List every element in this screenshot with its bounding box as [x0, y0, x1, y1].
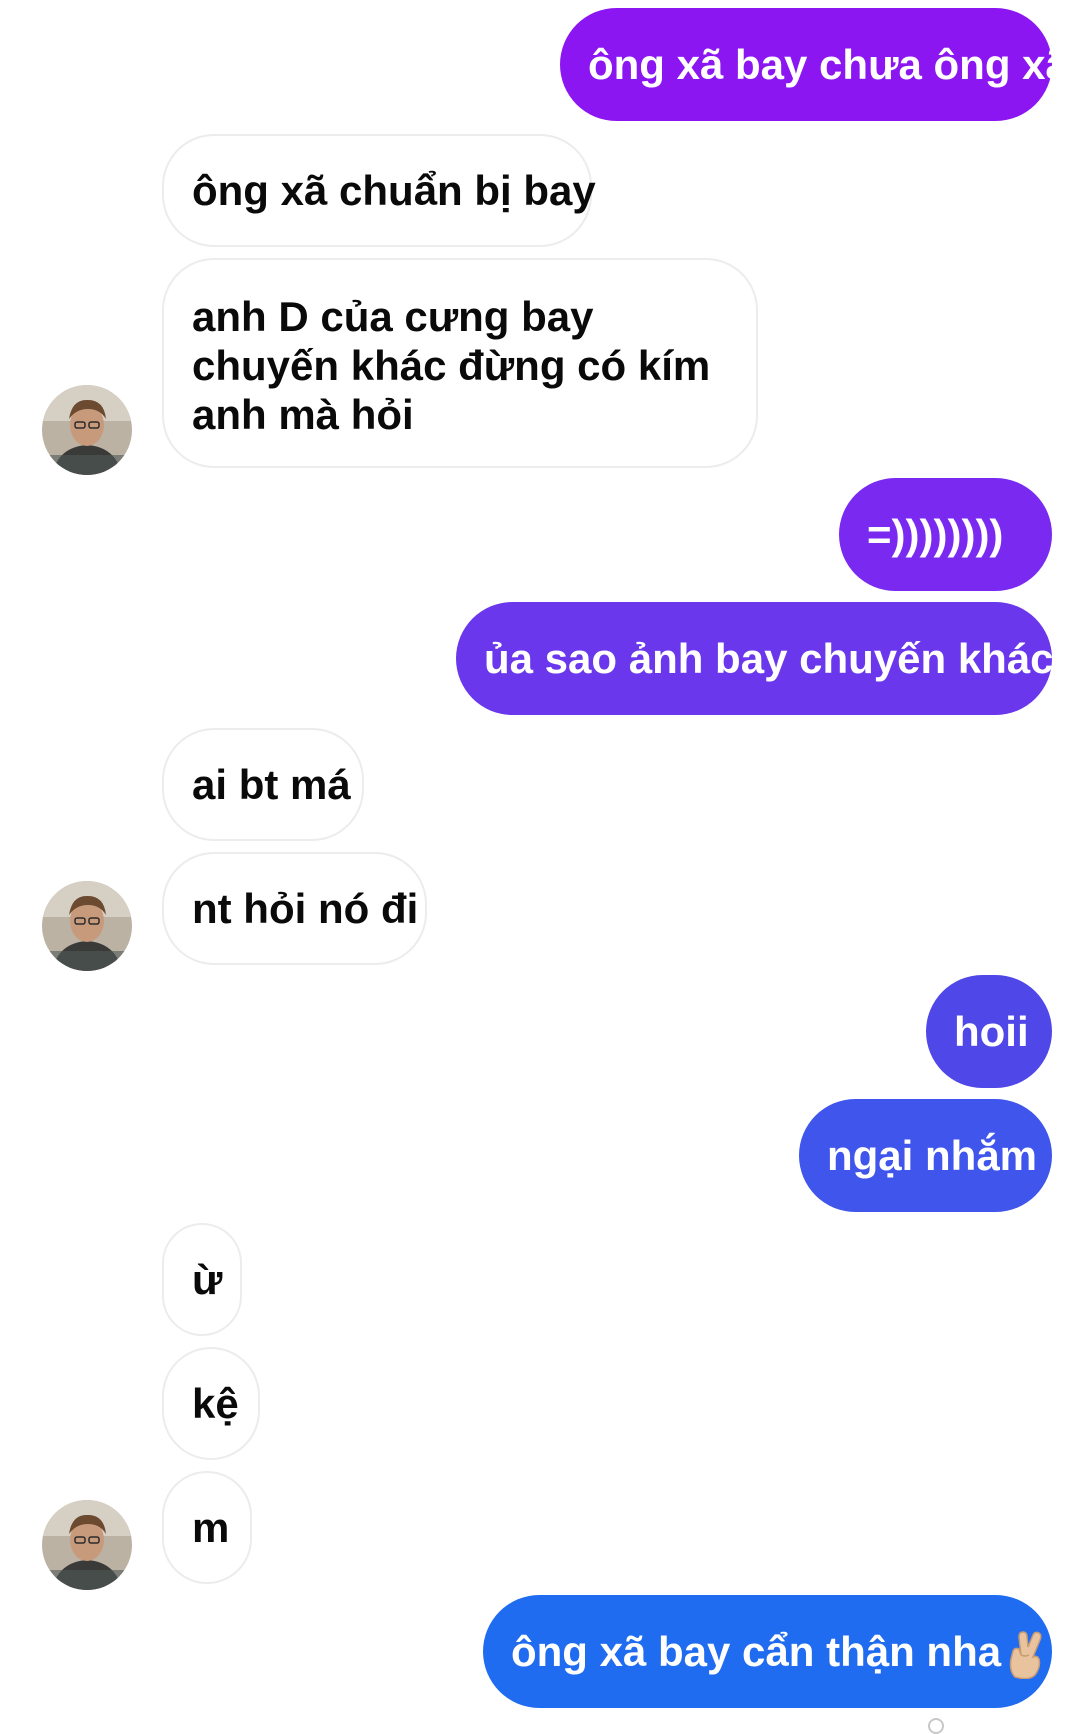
- message-text: =)))))))): [867, 511, 1004, 558]
- message-text: kệ: [192, 1380, 239, 1427]
- message-text: anh D của cưng bay chuyến khác đừng có k…: [192, 293, 711, 438]
- incoming-message[interactable]: anh D của cưng bay chuyến khác đừng có k…: [162, 258, 758, 468]
- outgoing-message[interactable]: ủa sao ảnh bay chuyến khác: [456, 602, 1054, 715]
- contact-avatar[interactable]: [42, 1500, 132, 1590]
- message-text: ngại nhắm: [827, 1132, 1038, 1179]
- incoming-message[interactable]: ai bt má: [162, 728, 364, 841]
- contact-avatar[interactable]: [42, 881, 132, 971]
- incoming-message[interactable]: ông xã chuẩn bị bay: [162, 134, 596, 247]
- outgoing-message[interactable]: ông xã bay chưa ông xã: [560, 8, 1069, 121]
- message-text: ông xã chuẩn bị bay: [192, 167, 596, 214]
- message-text: ông xã bay chưa ông xã: [588, 41, 1069, 88]
- outgoing-message[interactable]: =)))))))): [839, 478, 1052, 591]
- crossed-fingers-icon: [1005, 1631, 1045, 1679]
- message-text: ông xã bay cẩn thận nha: [511, 1628, 1002, 1675]
- message-text: nt hỏi nó đi: [192, 885, 419, 932]
- message-text: m: [192, 1504, 230, 1551]
- outgoing-message[interactable]: hoii: [926, 975, 1052, 1088]
- incoming-message[interactable]: nt hỏi nó đi: [162, 852, 427, 965]
- outgoing-message[interactable]: ông xã bay cẩn thận nha: [483, 1595, 1052, 1708]
- chat-thread[interactable]: ông xã bay chưa ông xã ông xã chuẩn bị b…: [0, 0, 1080, 1734]
- incoming-message[interactable]: kệ: [162, 1347, 260, 1460]
- seen-indicator-icon: [928, 1718, 944, 1734]
- message-text: ừ: [192, 1256, 223, 1303]
- outgoing-message[interactable]: ngại nhắm: [799, 1099, 1052, 1212]
- message-text: ủa sao ảnh bay chuyến khác: [484, 635, 1054, 682]
- incoming-message[interactable]: m: [162, 1471, 252, 1584]
- incoming-message[interactable]: ừ: [162, 1223, 242, 1336]
- message-text: ai bt má: [192, 761, 351, 808]
- message-text: hoii: [954, 1008, 1029, 1055]
- contact-avatar[interactable]: [42, 385, 132, 475]
